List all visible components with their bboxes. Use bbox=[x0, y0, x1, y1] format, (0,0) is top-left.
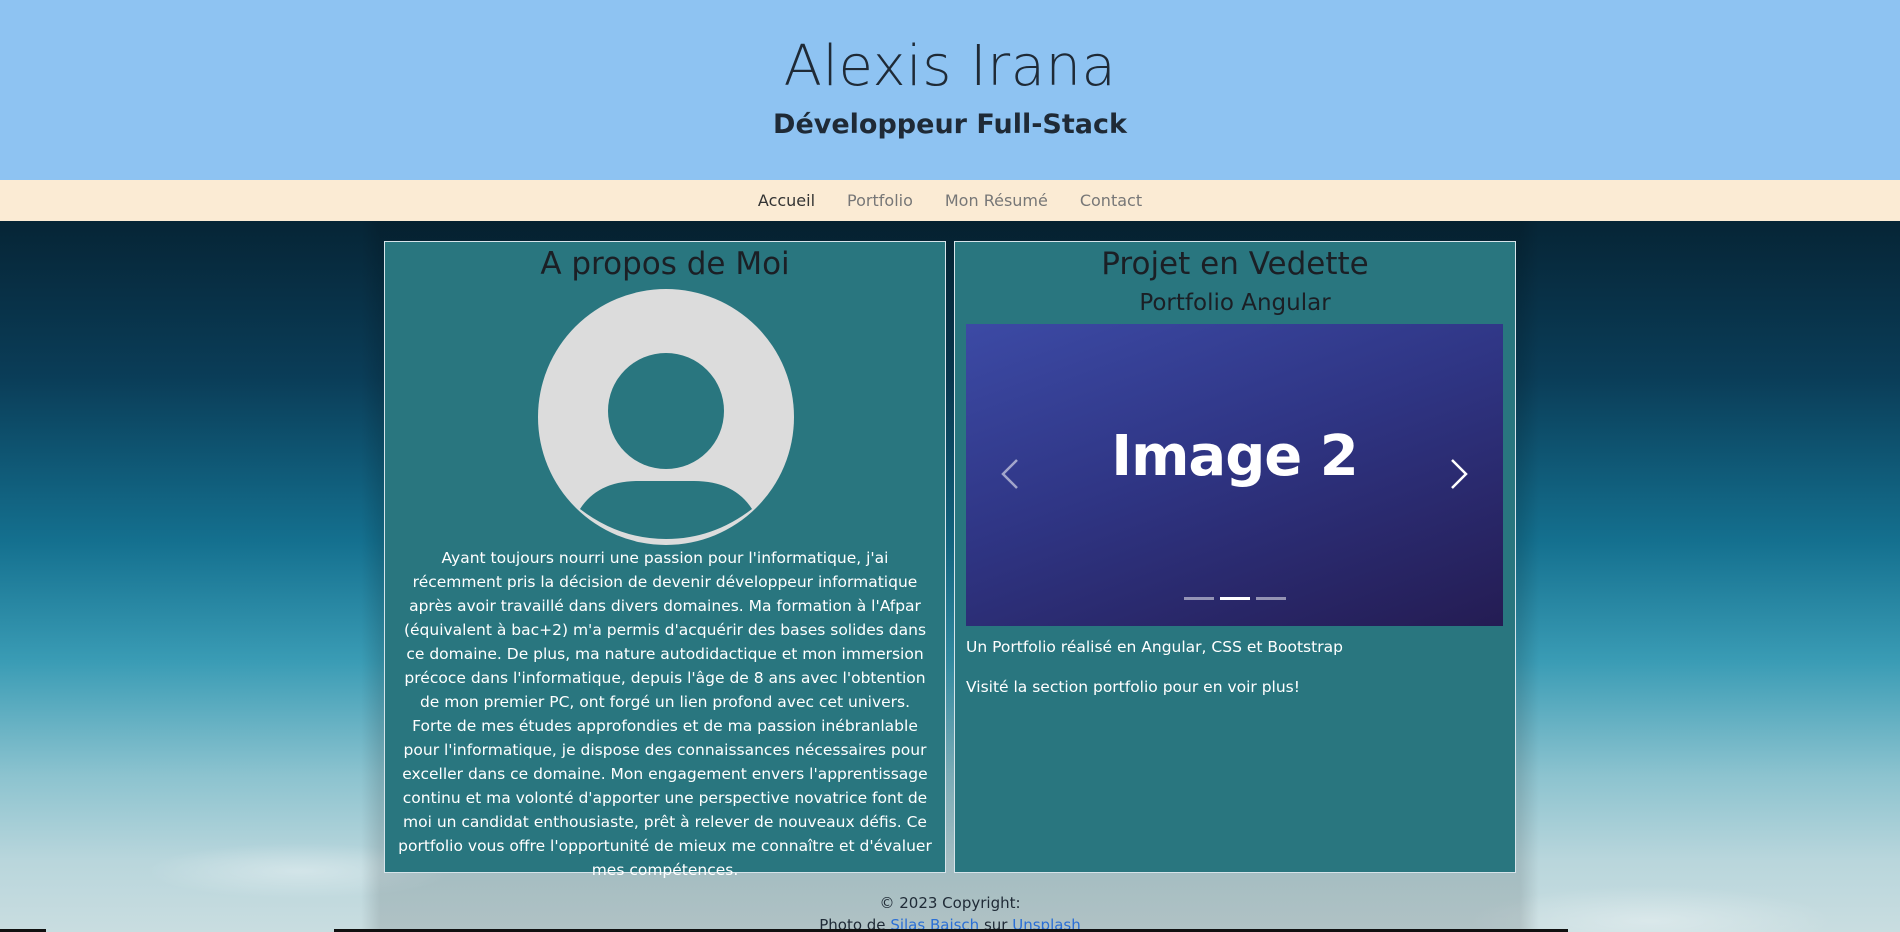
nav-link-resume[interactable]: Mon Résumé bbox=[929, 191, 1064, 210]
project-description: Un Portfolio réalisé en Angular, CSS et … bbox=[966, 638, 1343, 656]
project-cta-text: Visité la section portfolio pour en voir… bbox=[966, 678, 1300, 696]
project-carousel[interactable]: Image 2 bbox=[966, 324, 1503, 626]
about-text: Ayant toujours nourri une passion pour l… bbox=[395, 546, 935, 882]
site-footer: © 2023 Copyright: Photo de Silas Baisch … bbox=[0, 894, 1900, 932]
nav-link-contact[interactable]: Contact bbox=[1064, 191, 1158, 210]
nav-link-accueil[interactable]: Accueil bbox=[742, 191, 831, 210]
site-role: Développeur Full-Stack bbox=[773, 109, 1127, 140]
carousel-slide-label: Image 2 bbox=[1111, 424, 1359, 489]
about-paragraph-1: Ayant toujours nourri une passion pour l… bbox=[403, 549, 927, 711]
carousel-indicator-1[interactable] bbox=[1183, 597, 1214, 600]
main-navbar: Accueil Portfolio Mon Résumé Contact bbox=[0, 180, 1900, 221]
carousel-indicator-3[interactable] bbox=[1255, 597, 1286, 600]
background-shade bbox=[0, 221, 1900, 932]
about-paragraph-2: Forte de mes études approfondies et de m… bbox=[398, 717, 932, 879]
user-avatar-icon bbox=[538, 289, 794, 545]
chevron-left-icon[interactable] bbox=[991, 454, 1031, 494]
carousel-indicators bbox=[966, 597, 1503, 600]
carousel-indicator-2[interactable] bbox=[1219, 597, 1250, 600]
project-title: Projet en Vedette bbox=[1101, 246, 1369, 282]
footer-copyright: © 2023 Copyright: bbox=[879, 894, 1021, 912]
nav-link-portfolio[interactable]: Portfolio bbox=[831, 191, 929, 210]
site-header: Alexis Irana Développeur Full-Stack bbox=[0, 0, 1900, 180]
project-subtitle: Portfolio Angular bbox=[1139, 290, 1331, 316]
chevron-right-icon[interactable] bbox=[1438, 454, 1478, 494]
about-card: A propos de Moi Ayant toujours nourri un… bbox=[384, 241, 946, 879]
featured-project-card: Projet en Vedette Portfolio Angular Imag… bbox=[954, 241, 1516, 873]
about-title: A propos de Moi bbox=[540, 246, 790, 282]
site-name: Alexis Irana bbox=[783, 34, 1117, 99]
